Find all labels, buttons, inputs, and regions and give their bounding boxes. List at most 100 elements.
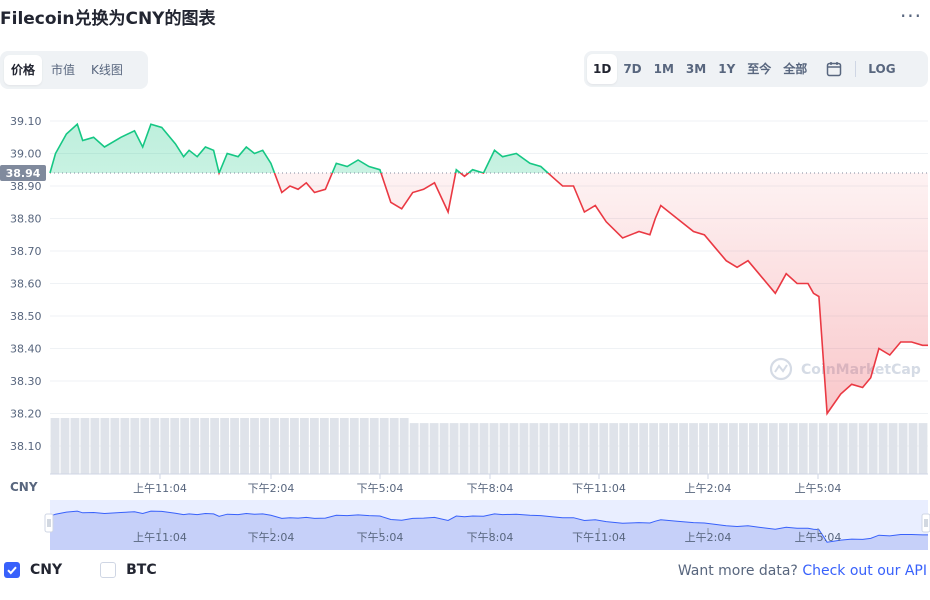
volume-bar (898, 423, 908, 474)
tab-market-cap[interactable]: 市值 (44, 55, 82, 85)
volume-bar (828, 423, 838, 474)
volume-bar (459, 423, 469, 474)
volume-bar (868, 423, 878, 474)
volume-bar (818, 423, 828, 474)
volume-bar (699, 423, 708, 474)
calendar-icon[interactable] (819, 54, 849, 84)
navigator-tick-label: 上午5:04 (795, 531, 842, 544)
volume-bar (549, 423, 559, 474)
reference-badge: 38.94 (0, 165, 46, 181)
range-navigator[interactable]: 上午11:04 下午2:04 下午5:04 下午8:04 下午11:04 上午2:04 上午… (0, 498, 930, 552)
volume-bar (749, 423, 758, 474)
y-tick-label: 38.90 (10, 180, 42, 193)
legend-checkbox-btc[interactable] (100, 562, 117, 578)
volume-bar (170, 418, 180, 474)
navigator-tick-label: 上午2:04 (685, 531, 732, 544)
volume-bar (719, 423, 728, 474)
price-chart[interactable]: CoinMarketCap 39.1039.0038.9038.8038.703… (0, 96, 930, 496)
volume-bar (539, 423, 549, 474)
navigator-tick-label: 下午2:04 (248, 531, 295, 544)
navigator-tick-label: 上午11:04 (133, 531, 187, 544)
series-legend: CNY BTC (4, 562, 195, 578)
legend-label-cny: CNY (30, 562, 63, 578)
navigator-tick-label: 下午11:04 (572, 531, 626, 544)
volume-bar (389, 418, 399, 474)
volume-bar (399, 418, 409, 474)
api-promo-text: Want more data? (677, 563, 798, 579)
volume-bar (489, 423, 499, 474)
x-tick-label: 上午2:04 (685, 482, 732, 495)
volume-bar (758, 423, 768, 474)
range-3m[interactable]: 3M (680, 54, 712, 84)
volume-bar (569, 423, 579, 474)
volume-bar (838, 423, 848, 474)
y-tick-label: 38.80 (10, 213, 42, 226)
tab-candlestick[interactable]: K线图 (84, 55, 130, 85)
y-tick-label: 38.20 (10, 408, 42, 421)
page-title: Filecoin兑换为CNY的图表 (0, 9, 216, 29)
volume-bar (918, 423, 928, 474)
volume-bar (788, 423, 798, 474)
legend-checkbox-cny[interactable] (4, 562, 20, 578)
volume-bar (579, 423, 589, 474)
volume-bar (739, 423, 748, 474)
volume-bar (729, 423, 738, 474)
volume-bar (768, 423, 778, 474)
range-all[interactable]: 全部 (777, 54, 813, 84)
x-tick-label: 下午5:04 (357, 482, 404, 495)
volume-bar (90, 418, 100, 474)
checkmark-icon (7, 566, 17, 575)
volume-bar (339, 418, 349, 474)
volume-bar (469, 423, 479, 474)
y-tick-label: 38.70 (10, 245, 42, 258)
volume-bar (559, 423, 569, 474)
navigator-handle-right[interactable] (921, 513, 930, 533)
y-tick-label: 38.40 (10, 343, 42, 356)
log-scale-toggle[interactable]: LOG (862, 54, 901, 84)
volume-bar (210, 418, 220, 474)
volume-bar (100, 418, 110, 474)
volume-bar (848, 423, 858, 474)
volume-bar (609, 423, 619, 474)
volume-bar (200, 418, 210, 474)
range-1y[interactable]: 1Y (712, 54, 741, 84)
range-1m[interactable]: 1M (648, 54, 680, 84)
volume-bar (798, 423, 808, 474)
navigator-tick-label: 下午8:04 (467, 531, 514, 544)
y-tick-label: 39.10 (10, 115, 42, 128)
volume-bar (419, 423, 429, 474)
volume-bar (70, 418, 80, 474)
volume-bar (379, 418, 389, 474)
volume-bar (649, 423, 659, 474)
volume-bar (270, 418, 279, 474)
tab-price[interactable]: 价格 (4, 55, 43, 85)
y-tick-label: 38.10 (10, 440, 42, 453)
range-ytd[interactable]: 至今 (741, 54, 777, 84)
volume-bar (80, 418, 90, 474)
volume-bar (220, 418, 229, 474)
x-axis-ticks: 上午11:04 下午2:04 下午5:04 下午8:04 下午11:04 上午2:04 上午… (133, 474, 841, 495)
time-range-tabs: 1D 7D 1M 3M 1Y 至今 全部 LOG (584, 51, 928, 87)
volume-bar (499, 423, 509, 474)
volume-bar (639, 423, 649, 474)
axis-currency-label: CNY (10, 480, 38, 494)
volume-bar (888, 423, 898, 474)
volume-bar (120, 418, 130, 474)
navigator-tick-label: 下午5:04 (357, 531, 404, 544)
volume-bar (280, 418, 289, 474)
volume-bar (230, 418, 239, 474)
navigator-handle-left[interactable] (44, 513, 54, 533)
volume-bar (599, 423, 609, 474)
volume-bar (349, 418, 359, 474)
api-promo-link[interactable]: Check out our API (802, 563, 927, 579)
volume-bar (629, 423, 639, 474)
more-options-icon[interactable]: ··· (896, 6, 926, 32)
volume-bar (130, 418, 140, 474)
volume-bar (679, 423, 688, 474)
range-1d[interactable]: 1D (587, 54, 618, 84)
range-7d[interactable]: 7D (617, 54, 647, 84)
tab-divider (855, 61, 857, 77)
volume-bar (689, 423, 698, 474)
volume-bar (319, 418, 329, 474)
volume-bar (150, 418, 160, 474)
